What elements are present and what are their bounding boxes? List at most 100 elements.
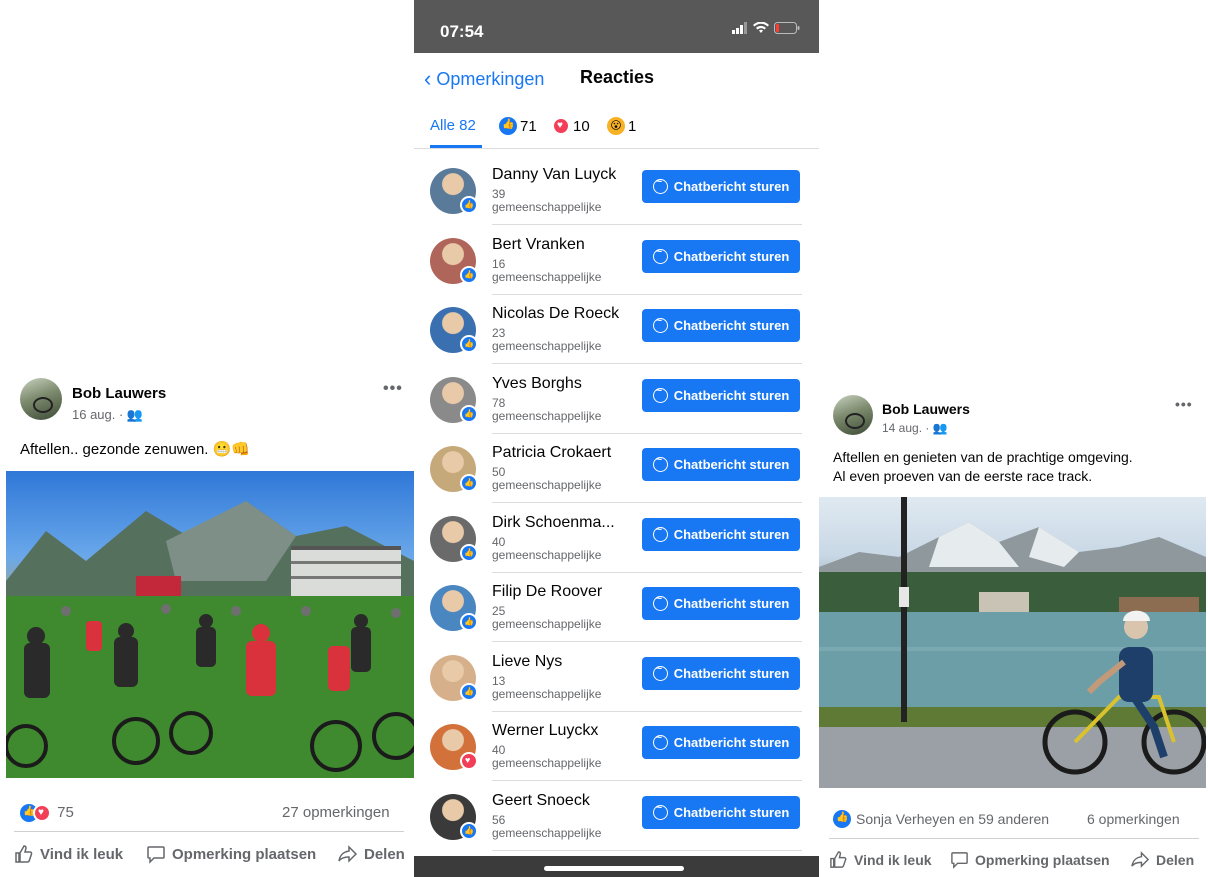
send-message-button[interactable]: Chatbericht sturen bbox=[642, 726, 800, 759]
more-options-icon[interactable]: ••• bbox=[383, 380, 403, 398]
send-message-button[interactable]: Chatbericht sturen bbox=[642, 309, 800, 342]
reactor-row[interactable]: Patricia Crokaert 50gemeenschappelijke Cha… bbox=[414, 442, 819, 511]
comment-button[interactable]: Opmerking plaatsen bbox=[146, 844, 316, 864]
row-divider bbox=[492, 363, 802, 364]
author-name[interactable]: Bob Lauwers bbox=[882, 401, 970, 417]
reactor-row[interactable]: Yves Borghs 78gemeenschappelijke Chatberic… bbox=[414, 373, 819, 442]
send-message-button[interactable]: Chatbericht sturen bbox=[642, 795, 800, 829]
reactor-name[interactable]: Bert Vranken bbox=[492, 236, 585, 254]
like-button[interactable]: Vind ik leuk bbox=[829, 850, 932, 869]
more-options-icon[interactable]: ••• bbox=[1175, 396, 1193, 412]
post-date[interactable]: 14 aug. · 👥 bbox=[882, 421, 948, 435]
reactor-name[interactable]: Yves Borghs bbox=[492, 375, 582, 393]
comment-count[interactable]: 27 opmerkingen bbox=[282, 804, 390, 821]
wifi-icon bbox=[753, 22, 769, 33]
messenger-icon bbox=[652, 593, 668, 611]
reactor-name[interactable]: Werner Luyckx bbox=[492, 722, 598, 740]
reactor-row[interactable]: Geert Snoeck 56gemeenschappelijke Chatberi… bbox=[414, 790, 819, 859]
like-badge-icon bbox=[460, 474, 478, 492]
comment-label: Opmerking plaatsen bbox=[172, 845, 317, 863]
wow-reaction-icon: 😮 bbox=[607, 117, 625, 135]
back-button[interactable]: ‹ Opmerkingen bbox=[424, 65, 544, 91]
like-button[interactable]: Vind ik leuk bbox=[14, 844, 123, 864]
mutual-label: gemeenschappelijke bbox=[492, 825, 602, 840]
reaction-summary[interactable]: 75 bbox=[20, 804, 74, 823]
send-message-label: Chatbericht sturen bbox=[673, 804, 790, 820]
reactor-name[interactable]: Nicolas De Roeck bbox=[492, 305, 619, 323]
send-message-label: Chatbericht sturen bbox=[673, 735, 790, 750]
mutual-friends: 40 gemeenschappelijke bbox=[492, 744, 601, 770]
tab-like-count: 71 bbox=[520, 117, 537, 135]
mutual-friends: 56 gemeenschappelijke bbox=[492, 813, 602, 840]
send-message-button[interactable]: Chatbericht sturen bbox=[642, 239, 800, 273]
like-badge-icon bbox=[460, 613, 478, 631]
send-message-button[interactable]: Chatbericht sturen bbox=[642, 656, 800, 690]
send-message-button[interactable]: Chatbericht sturen bbox=[642, 170, 800, 203]
row-divider bbox=[492, 780, 802, 781]
like-badge-icon bbox=[460, 335, 478, 353]
reaction-summary[interactable]: Sonja Verheyen en 59 anderen bbox=[833, 810, 1049, 828]
send-message-label: Chatbericht sturen bbox=[673, 387, 790, 403]
reactor-name[interactable]: Danny Van Luyck bbox=[492, 166, 616, 184]
send-message-label: Chatbericht sturen bbox=[673, 318, 790, 333]
post-text-line: Aftellen en genieten van de prachtige om… bbox=[833, 449, 1133, 465]
comment-count[interactable]: 6 opmerkingen bbox=[1087, 811, 1180, 827]
reactor-row[interactable]: Dirk Schoenma... 40gemeenschappelijke Chat… bbox=[414, 512, 819, 581]
tab-love[interactable]: 10 bbox=[552, 117, 590, 135]
reactor-name[interactable]: Filip De Roover bbox=[492, 583, 602, 601]
home-indicator[interactable] bbox=[544, 866, 684, 871]
send-message-button[interactable]: Chatbericht sturen bbox=[642, 587, 800, 620]
tab-all-label: Alle 82 bbox=[430, 117, 476, 134]
send-message-button[interactable]: Chatbericht sturen bbox=[642, 378, 800, 412]
reactor-row[interactable]: Danny Van Luyck 39gemeenschappelijke Chatb… bbox=[414, 164, 819, 233]
mutual-label: gemeenschappelijke bbox=[492, 478, 602, 492]
post-date[interactable]: 16 aug. · 👥 bbox=[72, 407, 143, 423]
author-avatar[interactable] bbox=[20, 378, 62, 420]
share-label: Delen bbox=[1156, 851, 1195, 868]
send-message-button[interactable]: Chatbericht sturen bbox=[642, 517, 800, 551]
post-photo-bike-crowd[interactable] bbox=[6, 471, 414, 778]
right-post-footer: Sonja Verheyen en 59 anderen 6 opmerking… bbox=[819, 788, 1208, 877]
reactor-row[interactable]: Bert Vranken 16gemeenschappelijke Chatberi… bbox=[414, 234, 819, 303]
tab-all[interactable]: Alle 82 bbox=[430, 117, 476, 134]
tab-like[interactable]: 71 bbox=[499, 117, 537, 135]
mutual-label: gemeenschappelijke bbox=[492, 547, 602, 562]
reactor-name[interactable]: Dirk Schoenma... bbox=[492, 514, 615, 532]
reactor-row[interactable]: Lieve Nys 13gemeenschappelijke Chatbericht… bbox=[414, 651, 819, 720]
mutual-friends: 23 gemeenschappelijke bbox=[492, 327, 601, 353]
send-message-label: Chatbericht sturen bbox=[673, 248, 790, 264]
comment-button[interactable]: Opmerking plaatsen bbox=[950, 850, 1110, 869]
left-post: Bob Lauwers 16 aug. · 👥 ••• Aftellen.. g… bbox=[0, 0, 414, 877]
share-arrow-icon bbox=[1131, 851, 1150, 868]
mutual-friends: 25 gemeenschappelijke bbox=[492, 605, 601, 631]
post-photo-lake-cyclist[interactable] bbox=[819, 497, 1206, 788]
messenger-icon bbox=[652, 246, 668, 264]
reactor-name[interactable]: Lieve Nys bbox=[492, 653, 562, 671]
reactor-name[interactable]: Geert Snoeck bbox=[492, 792, 590, 810]
tab-wow[interactable]: 😮 1 bbox=[607, 117, 636, 135]
reactor-name[interactable]: Patricia Crokaert bbox=[492, 444, 611, 462]
row-divider bbox=[492, 293, 802, 295]
send-message-label: Chatbericht sturen bbox=[673, 526, 790, 542]
status-bar: 07:54 bbox=[414, 0, 819, 53]
love-badge-icon bbox=[460, 752, 478, 770]
reactions-screen: 07:54 ‹ Opmerkingen Reacties Alle 82 71 … bbox=[414, 0, 819, 877]
tab-love-count: 10 bbox=[573, 117, 590, 135]
reactor-row[interactable]: Filip De Roover 25gemeenschappelijke Chatb… bbox=[414, 581, 819, 650]
row-divider bbox=[492, 571, 802, 573]
row-divider bbox=[492, 224, 802, 225]
send-message-button[interactable]: Chatbericht sturen bbox=[642, 448, 800, 481]
mutual-count: 13 bbox=[492, 673, 506, 688]
reactor-row[interactable]: Werner Luyckx 40gemeenschappelijke Chatber… bbox=[414, 720, 819, 789]
mutual-label: gemeenschappelijke bbox=[492, 200, 602, 214]
send-message-label: Chatbericht sturen bbox=[673, 596, 790, 611]
row-divider bbox=[492, 641, 802, 642]
share-button[interactable]: Delen bbox=[338, 844, 405, 864]
post-text-line: Al even proeven van de eerste race track… bbox=[833, 468, 1093, 484]
reactor-row[interactable]: Nicolas De Roeck 23gemeenschappelijke Chat… bbox=[414, 303, 819, 372]
mutual-friends: 16 gemeenschappelijke bbox=[492, 257, 601, 284]
share-button[interactable]: Delen bbox=[1131, 850, 1194, 869]
mutual-label: gemeenschappelijke bbox=[492, 408, 602, 423]
author-avatar[interactable] bbox=[833, 395, 873, 435]
author-name[interactable]: Bob Lauwers bbox=[72, 385, 166, 402]
